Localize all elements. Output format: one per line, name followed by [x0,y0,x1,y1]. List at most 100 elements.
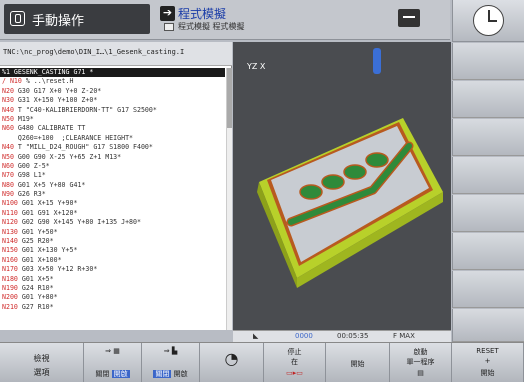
reset-plus-label: + [484,357,491,365]
single-block-label-2: 單一程序 [406,358,435,366]
single-block-label-1: 啟動 [413,348,428,356]
program-line[interactable]: N120 G02 G90 X+145 Y+80 I+135 J+80* [0,218,225,227]
program-line[interactable]: N190 G24 R10* [0,284,225,293]
line-text: M19* [13,114,34,123]
line-text: G25 R20* [17,237,54,246]
line-number: N170 [2,265,18,274]
program-line[interactable]: N200 G01 Y+80* [0,293,225,302]
program-line[interactable]: N40 T "MILL_D24_ROUGH" G17 S1800 F400* [0,143,225,152]
program-line[interactable]: N80 G01 X+5 Y+80 G41* [0,181,225,190]
program-line[interactable]: N180 G01 X+5* [0,275,225,284]
side-softkey-3[interactable] [452,119,524,156]
program-line[interactable]: N90 G26 R3* [0,190,225,199]
program-line[interactable]: Q260=+100 ;CLEARANCE HEIGHT* [0,134,225,143]
program-line[interactable]: N150 G01 X+130 Y+5* [0,246,225,255]
program-line[interactable]: N210 G27 R10* [0,303,225,312]
program-line[interactable]: N60 G00 Z-5* [0,162,225,171]
program-line[interactable]: N130 G01 Y+50* [0,228,225,237]
program-listing[interactable]: %1 GESENK_CASTING G71 * / N10 % ..\reset.… [0,68,225,312]
side-softkey-7[interactable] [452,271,524,308]
line-number: N70 [2,171,14,180]
softkey-start[interactable]: 開始 [326,343,390,382]
program-line[interactable]: N170 G03 X+50 Y+12 R+30* [0,265,225,274]
view-icon: ◣ [253,332,259,340]
line-text: G24 R10* [17,283,54,292]
softkey-speed-dial[interactable]: ◔ [200,343,264,382]
line-text: % ..\reset.H [21,77,74,86]
line-text: G00 G90 X-25 Y+65 Z+1 M13* [13,152,122,161]
mode-manual-label: 手動操作 [32,14,85,29]
program-line[interactable]: N140 G25 R20* [0,237,225,246]
mode-manual-operation[interactable]: 手動操作 [4,4,150,34]
pocket-1 [299,184,323,200]
line-text: G01 Y+50* [17,227,58,236]
side-softkey-4[interactable] [452,157,524,194]
line-number: N60 [2,161,14,170]
side-softkey-2[interactable] [452,81,524,118]
tool-arrow-icon: ⇒ ▦ [105,347,120,355]
line-number: N20 [2,86,14,95]
line-number: N40 [2,143,14,152]
clock-button[interactable] [452,0,524,42]
line-number: N200 [2,293,18,302]
line-number: N110 [2,208,18,217]
program-line[interactable]: N160 G01 X+100* [0,256,225,265]
line-text: G31 X+150 Y+100 Z+0* [13,96,98,105]
manual-mode-icon [10,11,25,26]
line-text: G27 R10* [17,302,54,311]
side-softkey-8[interactable] [452,309,524,342]
program-line[interactable]: N70 G98 L1* [0,171,225,180]
workpiece-on-label: 開啟 [173,370,188,378]
program-line[interactable]: N20 G30 G17 X+0 Y+0 Z-20* [0,87,225,96]
program-line[interactable]: N100 G01 X+15 Y+90* [0,199,225,208]
program-line[interactable]: N30 G31 X+150 Y+100 Z+0* [0,96,225,105]
line-text: G01 X+5 Y+80 G41* [13,180,86,189]
softkey-stop-at[interactable]: 停止 在 ▭▸▭ [264,343,326,382]
line-text: G01 X+130 Y+5* [17,246,78,255]
side-softkey-6[interactable] [452,233,524,270]
softkey-toggle-tool[interactable]: ⇒ ▦ 關閉 開啟 [84,343,142,382]
program-line[interactable]: / N10 % ..\reset.H [0,77,225,86]
program-line[interactable]: N60 G480 CALIBRATE TT [0,124,225,133]
softkey-single-block[interactable]: 啟動 單一程序 ▤ [390,343,452,382]
side-softkey-1[interactable] [452,43,524,80]
program-line[interactable]: N50 G00 G90 X-25 Y+65 Z+1 M13* [0,153,225,162]
program-line[interactable]: N40 T "C40-KALIBRIERDORN-TT" G17 S2500* [0,106,225,115]
line-text: G01 Y+80* [17,293,58,302]
softkey-toggle-workpiece[interactable]: ⇒ ▙ 關閉 開啟 [142,343,200,382]
line-number: N160 [2,255,18,264]
program-line[interactable]: %1 GESENK_CASTING G71 * [0,68,225,78]
line-text: G01 X+5* [17,274,54,283]
line-text: G30 G17 X+0 Y+0 Z-20* [13,86,102,95]
line-text: Q260=+100 ;CLEARANCE HEIGHT* [2,133,134,142]
view-options-label-1: 檢視 [33,354,50,363]
mode-sim-title: 程式模擬 [178,7,227,21]
scrollbar-thumb[interactable] [227,68,232,128]
line-text: T "MILL_D24_ROUGH" G17 S1800 F400* [13,143,153,152]
single-block-icon: ▤ [417,369,424,377]
line-number: N140 [2,237,18,246]
line-number: / N10 [2,77,22,86]
split-screen-icon[interactable] [398,9,420,27]
reset-label: RESET [476,347,499,355]
softkey-reset-start[interactable]: RESET + 開始 [452,343,524,382]
pocket-4 [365,152,389,168]
softkey-view-options[interactable]: 檢視 選項 [0,343,84,382]
side-softkey-5[interactable] [452,195,524,232]
program-line[interactable]: N110 G01 G91 X+120* [0,209,225,218]
program-scrollbar[interactable] [226,68,232,330]
line-text: G01 X+15 Y+90* [17,199,78,208]
tool-off-label: 關閉 [95,370,110,378]
line-number: N120 [2,218,18,227]
workpiece-arrow-icon: ⇒ ▙ [163,347,178,355]
line-number: N190 [2,283,18,292]
line-text: G03 X+50 Y+12 R+30* [17,265,98,274]
simulation-view[interactable]: YZ X [233,42,451,330]
status-feed: F MAX [393,332,415,340]
line-text: G00 Z-5* [13,161,50,170]
line-number: N80 [2,180,14,189]
program-line[interactable]: N50 M19* [0,115,225,124]
line-text: T "C40-KALIBRIERDORN-TT" G17 S2500* [13,105,157,114]
line-text: G26 R3* [13,190,46,199]
program-path: TNC:\nc_prog\demo\DIN_I…\1_Gesenk_castin… [0,42,232,66]
